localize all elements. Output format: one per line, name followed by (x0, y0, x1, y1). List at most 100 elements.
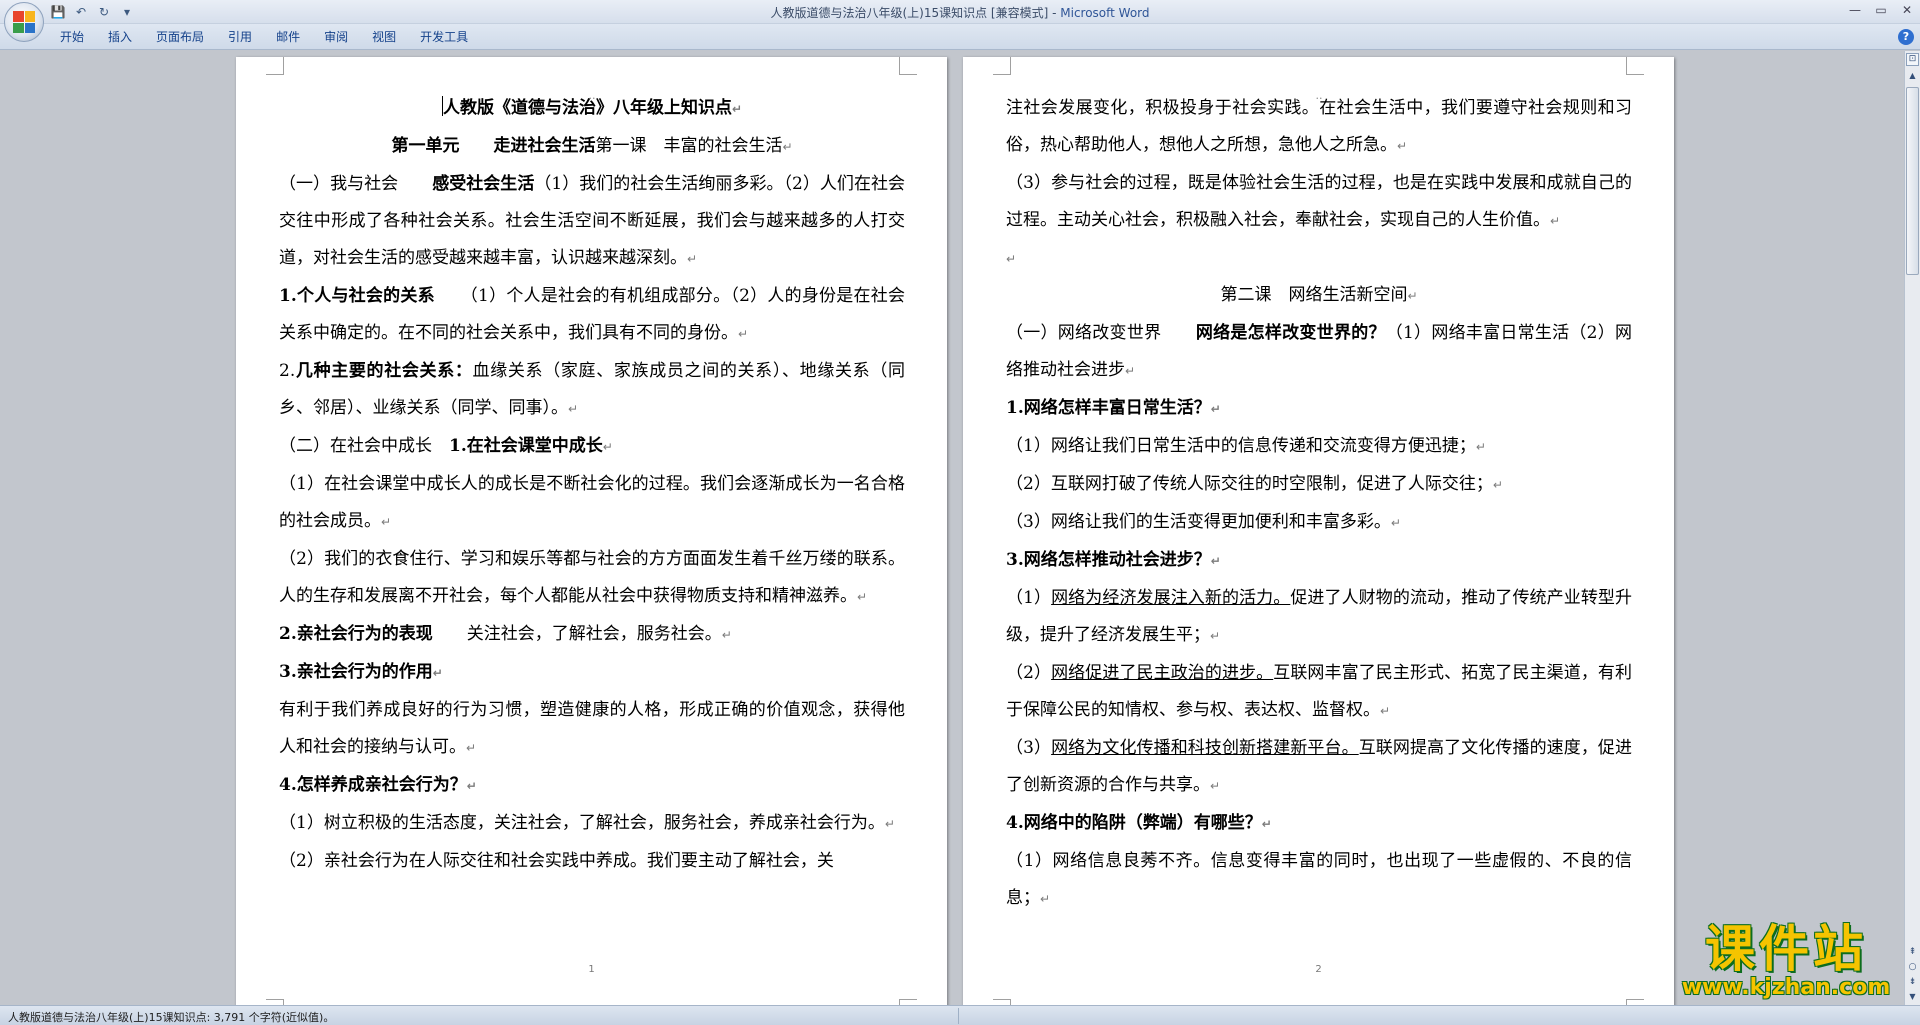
paragraph: 3.亲社会行为的作用↵ (279, 654, 905, 692)
text-run: （1）在社会课堂中成长人的成长是不断社会化的过程。我们会逐渐成长为一名合格的社会… (279, 474, 905, 531)
close-icon[interactable]: ✕ (1894, 0, 1920, 20)
paragraph: （1）树立积极的生活态度，关注社会，了解社会，服务社会，养成亲社会行为。↵ (279, 805, 905, 843)
text-run: （3）参与社会的过程，既是体验社会生活的过程，也是在实践中发展和成就自己的过程。… (1006, 173, 1632, 230)
paragraph: 2.亲社会行为的表现 关注社会，了解社会，服务社会。↵ (279, 616, 905, 654)
paragraph-mark: ↵ (381, 515, 392, 529)
select-browse-object-icon[interactable]: ○ (1906, 960, 1919, 974)
bold-run: 2.亲社会行为的表现 (279, 624, 433, 644)
text-run: （一）网络改变世界 (1006, 323, 1196, 343)
tab-developer[interactable]: 开发工具 (408, 29, 480, 45)
next-page-icon[interactable]: ⇟ (1906, 975, 1919, 989)
site-watermark-logo: 课件站 www.kjzhan.com (1666, 922, 1906, 1004)
document-title: 人教版道德与法治八年级(上)15课知识点 [兼容模式] - (770, 6, 1061, 20)
underlined-run: 网络为文化传播和科技创新搭建新平台。 (1051, 738, 1359, 758)
bold-run: 几种主要的社会关系： (295, 361, 473, 381)
paragraph: 4.网络中的陷阱（弊端）有哪些？↵ (1006, 805, 1632, 843)
crop-mark (1626, 57, 1644, 75)
ruler-toggle-icon[interactable]: ⊡ (1906, 53, 1919, 66)
document-page-1[interactable]: .. 人教版《道德与法治》八年级上知识点↵ 第一单元 走进社会生活第一课 丰富的… (236, 57, 947, 1005)
text-run: （1）树立积极的生活态度，关注社会，了解社会，服务社会，养成亲社会行为。 (279, 813, 885, 833)
text-run: 第二课 网络生活新空间 (1220, 285, 1408, 305)
previous-page-icon[interactable]: ⇞ (1906, 945, 1919, 959)
page-number: 2 (1315, 964, 1322, 975)
paragraph: （一）我与社会 感受社会生活（1）我们的社会生活绚丽多彩。（2）人们在社会交往中… (279, 166, 905, 278)
paragraph-mark: ↵ (1006, 252, 1017, 266)
bold-run: 网络中的陷阱（弊端）有哪些？ (1023, 813, 1262, 833)
tab-review[interactable]: 审阅 (312, 29, 360, 45)
window-title: 人教版道德与法治八年级(上)15课知识点 [兼容模式] - Microsoft … (0, 4, 1920, 21)
paragraph: 1.网络怎样丰富日常生活？↵ (1006, 390, 1632, 428)
paragraph: 2.几种主要的社会关系：血缘关系（家庭、家族成员之间的关系）、地缘关系（同乡、邻… (279, 353, 905, 428)
paragraph: （2）亲社会行为在人际交往和社会实践中养成。我们要主动了解社会，关 (279, 843, 905, 880)
paragraph: （1）网络信息良莠不齐。信息变得丰富的同时，也出现了一些虚假的、不良的信息；↵ (1006, 843, 1632, 918)
document-workspace: .. 人教版《道德与法治》八年级上知识点↵ 第一单元 走进社会生活第一课 丰富的… (0, 51, 1904, 1005)
paragraph-mark: ↵ (731, 102, 743, 116)
tab-references[interactable]: 引用 (216, 29, 264, 45)
paragraph-mark: ↵ (466, 741, 477, 755)
paragraph-mark: ↵ (738, 327, 749, 341)
logo-square-green (13, 22, 24, 33)
paragraph-mark: ↵ (568, 402, 579, 416)
tab-page-layout[interactable]: 页面布局 (144, 29, 216, 45)
paragraph-mark: ↵ (466, 779, 477, 793)
text-run: （1）网络让我们日常生活中的信息传递和交流变得方便迅捷； (1006, 436, 1476, 456)
lesson-heading: 第二课 网络生活新空间↵ (1006, 277, 1632, 315)
paragraph-mark: ↵ (687, 252, 698, 266)
paragraph-mark: ↵ (1210, 554, 1221, 568)
paragraph-mark: ↵ (1125, 364, 1136, 378)
paragraph: （3）网络让我们的生活变得更加便利和丰富多彩。↵ (1006, 504, 1632, 542)
restore-icon[interactable]: ▭ (1868, 0, 1894, 20)
office-button[interactable] (4, 2, 44, 42)
minimize-icon[interactable]: — (1842, 0, 1868, 20)
bold-run: 1.个人与社会的关系 (279, 286, 435, 306)
empty-paragraph: ↵ (1006, 240, 1632, 277)
scroll-up-icon[interactable]: ▲ (1906, 69, 1919, 83)
vertical-scrollbar[interactable]: ⊡ ▲ ⇞ ○ ⇟ ▼ (1904, 51, 1920, 1005)
paragraph-mark: ↵ (721, 628, 732, 642)
paragraph-mark: ↵ (1380, 704, 1391, 718)
text-run: （2） (1006, 663, 1052, 683)
ribbon-tabs: 开始 插入 页面布局 引用 邮件 审阅 视图 开发工具 (48, 29, 480, 45)
status-word-count[interactable]: 人教版道德与法治八年级(上)15课知识点: 3,791 个字符(近似值)。 (8, 1009, 334, 1025)
paragraph: 1.个人与社会的关系 （1）个人是社会的有机组成部分。（2）人的身份是在社会关系… (279, 278, 905, 353)
paragraph: 4.怎样养成亲社会行为？↵ (279, 767, 905, 805)
document-page-2[interactable]: .. 注社会发展变化，积极投身于社会实践。在社会生活中，我们要遵守社会规则和习俗… (963, 57, 1674, 1005)
page-body: .. 注社会发展变化，积极投身于社会实践。在社会生活中，我们要遵守社会规则和习俗… (1006, 90, 1632, 918)
paragraph-mark: ↵ (782, 140, 793, 154)
unit-name: 走进社会生活 (493, 136, 596, 156)
logo-square-red (13, 11, 24, 22)
status-bar: 人教版道德与法治八年级(上)15课知识点: 3,791 个字符(近似值)。 (0, 1005, 1920, 1025)
paragraph: （2）我们的衣食住行、学习和娱乐等都与社会的方方面面发生着千丝万缕的联系。人的生… (279, 541, 905, 616)
paragraph-mark: ↵ (884, 817, 895, 831)
bold-run: 3.网络怎样推动社会进步？ (1006, 550, 1211, 570)
paragraph: （1）在社会课堂中成长人的成长是不断社会化的过程。我们会逐渐成长为一名合格的社会… (279, 466, 905, 541)
page-number: 1 (588, 964, 595, 975)
text-run: （1）网络信息良莠不齐。信息变得丰富的同时，也出现了一些虚假的、不良的信息； (1006, 851, 1632, 908)
tab-insert[interactable]: 插入 (96, 29, 144, 45)
tab-mailings[interactable]: 邮件 (264, 29, 312, 45)
paragraph: （3）网络为文化传播和科技创新搭建新平台。互联网提高了文化传播的速度，促进了创新… (1006, 730, 1632, 805)
text-run: （3）网络让我们的生活变得更加便利和丰富多彩。 (1006, 512, 1391, 532)
paragraph-mark: ↵ (1210, 402, 1221, 416)
watermark-url: www.kjzhan.com (1681, 975, 1891, 1000)
paragraph-mark: ↵ (1261, 817, 1272, 831)
paragraph: （二）在社会中成长 1.在社会课堂中成长↵ (279, 428, 905, 466)
paragraph-mark: ↵ (857, 590, 868, 604)
text-run: 注社会发展变化，积极投身于社会实践。在社会生活中，我们要遵守社会规则和习俗，热心… (1006, 98, 1632, 155)
logo-square-blue (24, 22, 35, 33)
bold-run: 1.在社会课堂中成长 (449, 436, 603, 456)
bold-run: 4. (1006, 813, 1024, 833)
paragraph-mark: ↵ (1475, 440, 1486, 454)
crop-mark (266, 57, 284, 75)
tab-view[interactable]: 视图 (360, 29, 408, 45)
text-run: 2. (279, 361, 296, 381)
text-run: （2）我们的衣食住行、学习和娱乐等都与社会的方方面面发生着千丝万缕的联系。人的生… (279, 549, 905, 606)
scrollbar-thumb[interactable] (1906, 87, 1919, 275)
tab-home[interactable]: 开始 (48, 29, 96, 45)
paragraph-mark: ↵ (1040, 892, 1051, 906)
office-logo-icon (13, 11, 35, 33)
bold-run: 1.网络怎样丰富日常生活？ (1006, 398, 1211, 418)
paragraph: （1）网络为经济发展注入新的活力。促进了人财物的流动，推动了传统产业转型升级，提… (1006, 580, 1632, 655)
help-icon[interactable]: ? (1898, 29, 1914, 45)
scroll-down-icon[interactable]: ▼ (1906, 990, 1919, 1004)
